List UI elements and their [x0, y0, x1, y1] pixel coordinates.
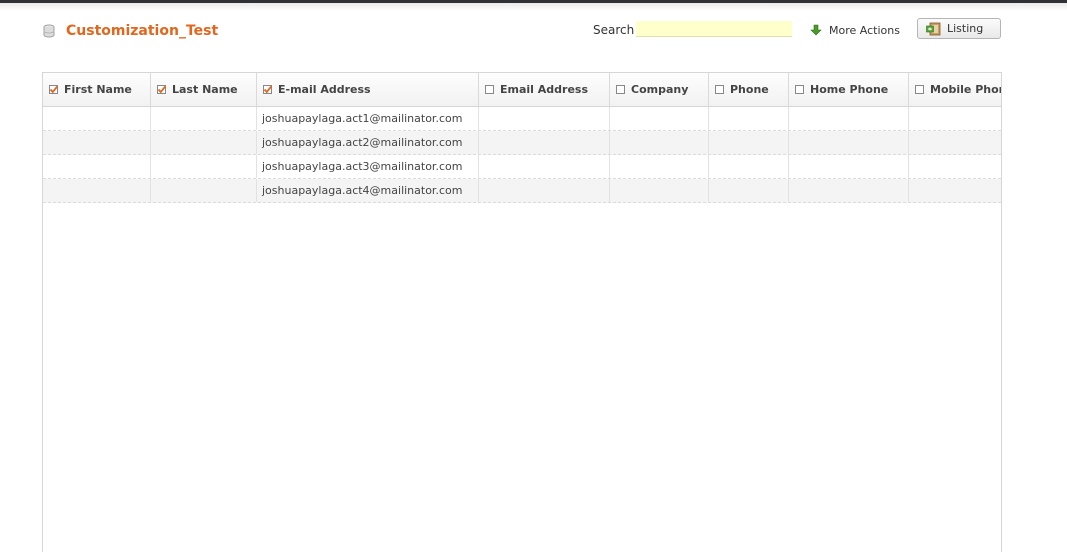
table-cell-last-name: [151, 131, 257, 154]
table-cell-home-phone: [789, 131, 909, 154]
table-cell-e-mail-address: joshuapaylaga.act1@mailinator.com: [257, 107, 479, 130]
checkbox-unchecked-icon[interactable]: [795, 85, 804, 94]
checkbox-unchecked-icon[interactable]: [616, 85, 625, 94]
table-cell-last-name: [151, 107, 257, 130]
column-header-company[interactable]: Company: [610, 73, 709, 106]
table-row[interactable]: joshuapaylaga.act3@mailinator.com: [43, 155, 1001, 179]
checkbox-checked-icon[interactable]: [157, 85, 166, 94]
table-cell-last-name: [151, 179, 257, 202]
table-cell-first-name: [43, 179, 151, 202]
table-cell-e-mail-address: joshuapaylaga.act4@mailinator.com: [257, 179, 479, 202]
data-table: First Name Last Name E-mail Address Email A…: [42, 72, 1002, 552]
checkbox-unchecked-icon[interactable]: [915, 85, 924, 94]
column-header-phone[interactable]: Phone: [709, 73, 789, 106]
table-cell-company: [610, 155, 709, 178]
column-header-label: Email Address: [500, 83, 589, 96]
column-header-home-phone[interactable]: Home Phone: [789, 73, 909, 106]
list-title: Customization_Test: [66, 23, 219, 39]
listing-label: Listing: [947, 22, 984, 35]
table-cell-email-address: [479, 179, 610, 202]
column-header-label: Last Name: [172, 83, 238, 96]
column-header-email-address[interactable]: Email Address: [479, 73, 610, 106]
column-header-label: E-mail Address: [278, 83, 371, 96]
more-actions-label: More Actions: [829, 23, 900, 37]
table-cell-email-address: [479, 155, 610, 178]
column-header-e-mail-address[interactable]: E-mail Address: [257, 73, 479, 106]
search-input[interactable]: [636, 21, 792, 37]
table-cell-company: [610, 107, 709, 130]
table-cell-e-mail-address: joshuapaylaga.act2@mailinator.com: [257, 131, 479, 154]
listing-view-icon: [926, 22, 941, 35]
listing-button[interactable]: Listing: [917, 18, 1001, 39]
table-row[interactable]: joshuapaylaga.act4@mailinator.com: [43, 179, 1001, 203]
top-shade: [0, 3, 1067, 11]
table-cell-email-address: [479, 131, 610, 154]
column-header-last-name[interactable]: Last Name: [151, 73, 257, 106]
table-cell-company: [610, 179, 709, 202]
table-cell-phone: [709, 131, 789, 154]
table-header: First Name Last Name E-mail Address Email A…: [43, 73, 1001, 107]
table-cell-first-name: [43, 155, 151, 178]
table-cell-company: [610, 131, 709, 154]
table-row[interactable]: joshuapaylaga.act2@mailinator.com: [43, 131, 1001, 155]
checkbox-unchecked-icon[interactable]: [715, 85, 724, 94]
table-cell-mobile-phone: [909, 179, 1001, 202]
table-cell-mobile-phone: [909, 155, 1001, 178]
table-cell-first-name: [43, 131, 151, 154]
column-header-label: First Name: [64, 83, 132, 96]
column-header-label: Phone: [730, 83, 769, 96]
green-down-arrow-icon: [810, 24, 822, 36]
table-cell-last-name: [151, 155, 257, 178]
column-header-mobile-phone[interactable]: Mobile Phone: [909, 73, 1001, 106]
table-cell-home-phone: [789, 107, 909, 130]
table-cell-e-mail-address: joshuapaylaga.act3@mailinator.com: [257, 155, 479, 178]
table-cell-phone: [709, 155, 789, 178]
search-label: Search: [593, 23, 635, 37]
column-header-label: Home Phone: [810, 83, 889, 96]
more-actions-button[interactable]: More Actions: [810, 21, 900, 39]
table-cell-mobile-phone: [909, 131, 1001, 154]
table-body: joshuapaylaga.act1@mailinator.com joshuap…: [43, 107, 1001, 203]
checkbox-checked-icon[interactable]: [49, 85, 58, 94]
column-header-first-name[interactable]: First Name: [43, 73, 151, 106]
table-cell-home-phone: [789, 179, 909, 202]
checkbox-unchecked-icon[interactable]: [485, 85, 494, 94]
table-cell-phone: [709, 179, 789, 202]
table-cell-phone: [709, 107, 789, 130]
column-header-label: Company: [631, 83, 689, 96]
database-icon: [43, 24, 55, 38]
table-cell-mobile-phone: [909, 107, 1001, 130]
table-cell-email-address: [479, 107, 610, 130]
table-row[interactable]: joshuapaylaga.act1@mailinator.com: [43, 107, 1001, 131]
table-cell-home-phone: [789, 155, 909, 178]
table-cell-first-name: [43, 107, 151, 130]
checkbox-checked-icon[interactable]: [263, 85, 272, 94]
column-header-label: Mobile Phone: [930, 83, 1001, 96]
